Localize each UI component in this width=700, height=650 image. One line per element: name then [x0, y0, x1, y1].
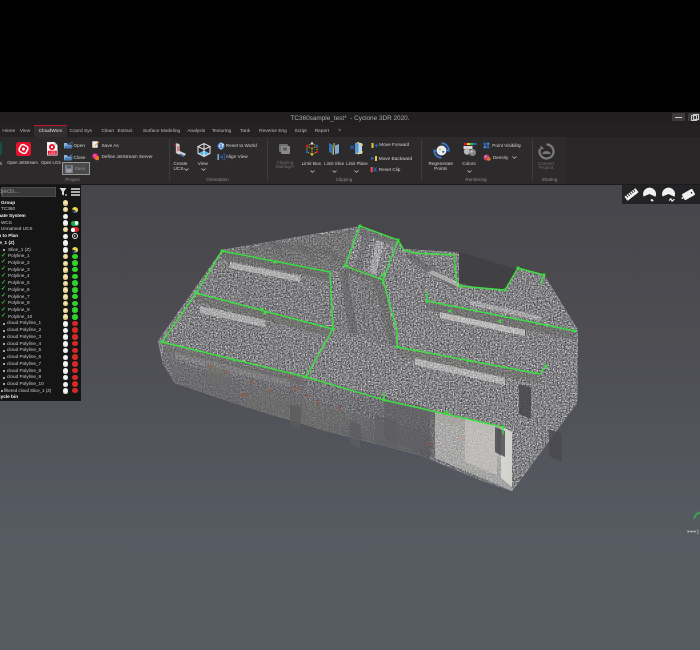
svg-text:LGS: LGS [49, 151, 55, 155]
svg-text:1: 1 [697, 530, 700, 536]
